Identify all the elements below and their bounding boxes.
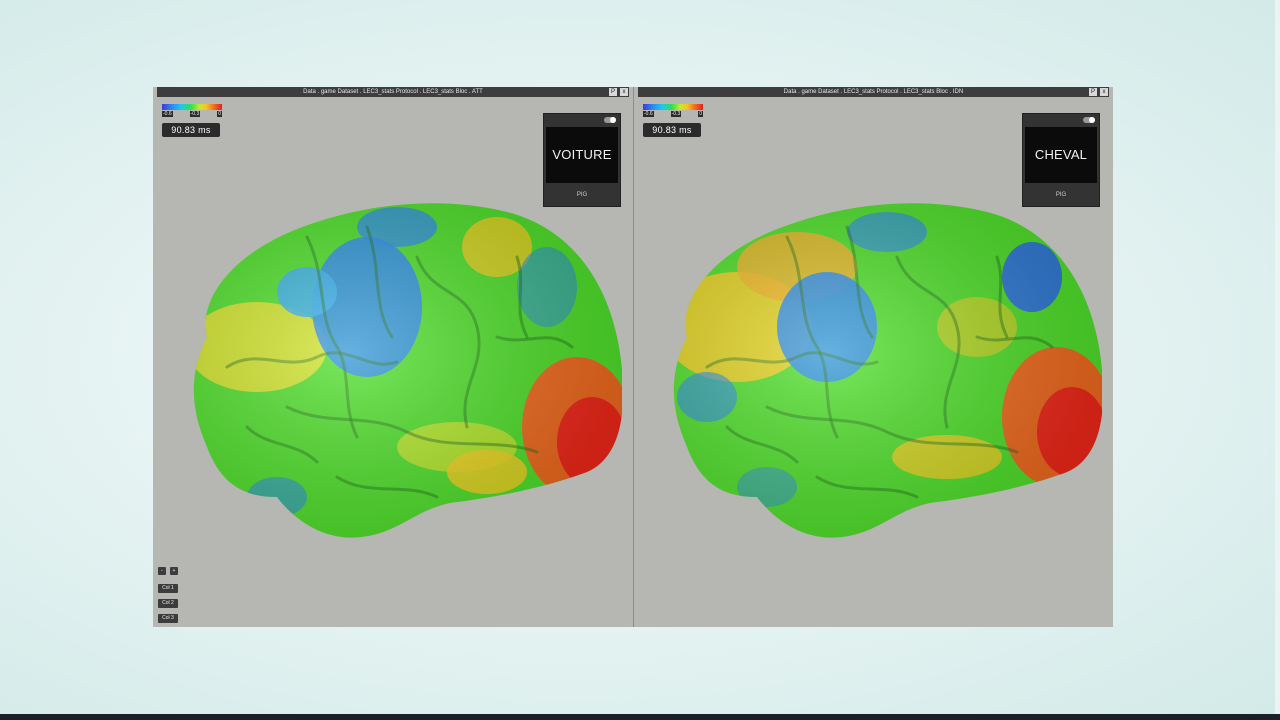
- colorscale-bar: [643, 104, 703, 110]
- panel-titlebar: Data . game Dataset . LEC3_stats Protoco…: [157, 87, 629, 97]
- colorscale-legend: -0.6 -0.3 0: [643, 104, 703, 117]
- colorscale-tick: -0.3: [189, 111, 201, 117]
- panel-title: Data . game Dataset . LEC3_stats Protoco…: [303, 89, 483, 95]
- stimulus-word: CHEVAL: [1025, 127, 1097, 183]
- screen-bottom-edge: [0, 714, 1280, 720]
- column-2-button[interactable]: Col 2: [158, 599, 178, 608]
- brain-surface-render[interactable]: [167, 197, 622, 542]
- pin-icon[interactable]: P: [609, 88, 617, 96]
- right-brain-panel[interactable]: Data . game Dataset . LEC3_stats Protoco…: [634, 87, 1113, 627]
- colorscale-tick: -0.3: [670, 111, 682, 117]
- stimulus-display: VOITURE PIG: [543, 113, 621, 207]
- colorscale-bar: [162, 104, 222, 110]
- zoom-out-button[interactable]: -: [158, 567, 166, 575]
- time-readout: 90.83 ms: [643, 123, 701, 137]
- toggle-icon[interactable]: [604, 117, 616, 123]
- colorscale-tick: 0: [217, 111, 222, 117]
- brain-viewer-window: Data . game Dataset . LEC3_stats Protoco…: [153, 87, 1113, 627]
- panel-titlebar: Data . game Dataset . LEC3_stats Protoco…: [638, 87, 1109, 97]
- colorscale-tick: -0.6: [162, 111, 173, 117]
- column-1-button[interactable]: Col 1: [158, 584, 178, 593]
- brain-surface-render[interactable]: [647, 197, 1102, 542]
- stimulus-display: CHEVAL PIG: [1022, 113, 1100, 207]
- background-edge: [1275, 0, 1280, 720]
- time-readout: 90.83 ms: [162, 123, 220, 137]
- column-3-button[interactable]: Col 3: [158, 614, 178, 623]
- zoom-in-button[interactable]: +: [170, 567, 178, 575]
- colorscale-tick: 0: [698, 111, 703, 117]
- toggle-icon[interactable]: [1083, 117, 1095, 123]
- colorscale-tick: -0.6: [643, 111, 654, 117]
- left-brain-panel[interactable]: Data . game Dataset . LEC3_stats Protoco…: [153, 87, 634, 627]
- close-icon[interactable]: x: [620, 88, 628, 96]
- close-icon[interactable]: x: [1100, 88, 1108, 96]
- pin-icon[interactable]: P: [1089, 88, 1097, 96]
- stimulus-word: VOITURE: [546, 127, 618, 183]
- colorscale-legend: -0.6 -0.3 0: [162, 104, 222, 117]
- panel-title: Data . game Dataset . LEC3_stats Protoco…: [783, 89, 964, 95]
